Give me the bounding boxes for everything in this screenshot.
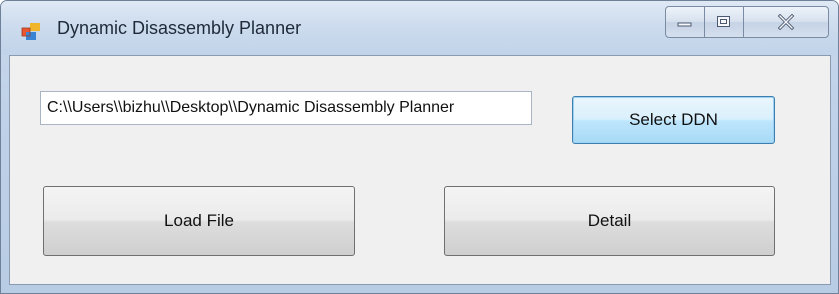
select-ddn-button[interactable]: Select DDN [572,96,775,144]
title-bar[interactable]: Dynamic Disassembly Planner [1,1,838,55]
main-window: Dynamic Disassembly Planner C:\\Users\\b… [0,0,839,294]
app-window-icon [21,21,41,41]
form-client-area: Select DDN Load File Detail [9,55,831,285]
minimize-button[interactable] [665,6,705,38]
window-title: Dynamic Disassembly Planner [57,18,302,38]
minimize-icon [677,17,693,27]
close-button[interactable] [743,6,829,38]
load-file-label: Load File [164,211,234,230]
detail-button[interactable]: Detail [444,186,775,256]
maximize-button[interactable] [704,6,744,38]
detail-label: Detail [587,211,632,230]
caption-buttons [665,6,829,38]
select-ddn-label: Select DDN [629,110,718,129]
close-icon [777,14,795,30]
file-path-input[interactable] [40,91,532,125]
maximize-icon [716,15,732,29]
load-file-button[interactable]: Load File [43,186,355,256]
